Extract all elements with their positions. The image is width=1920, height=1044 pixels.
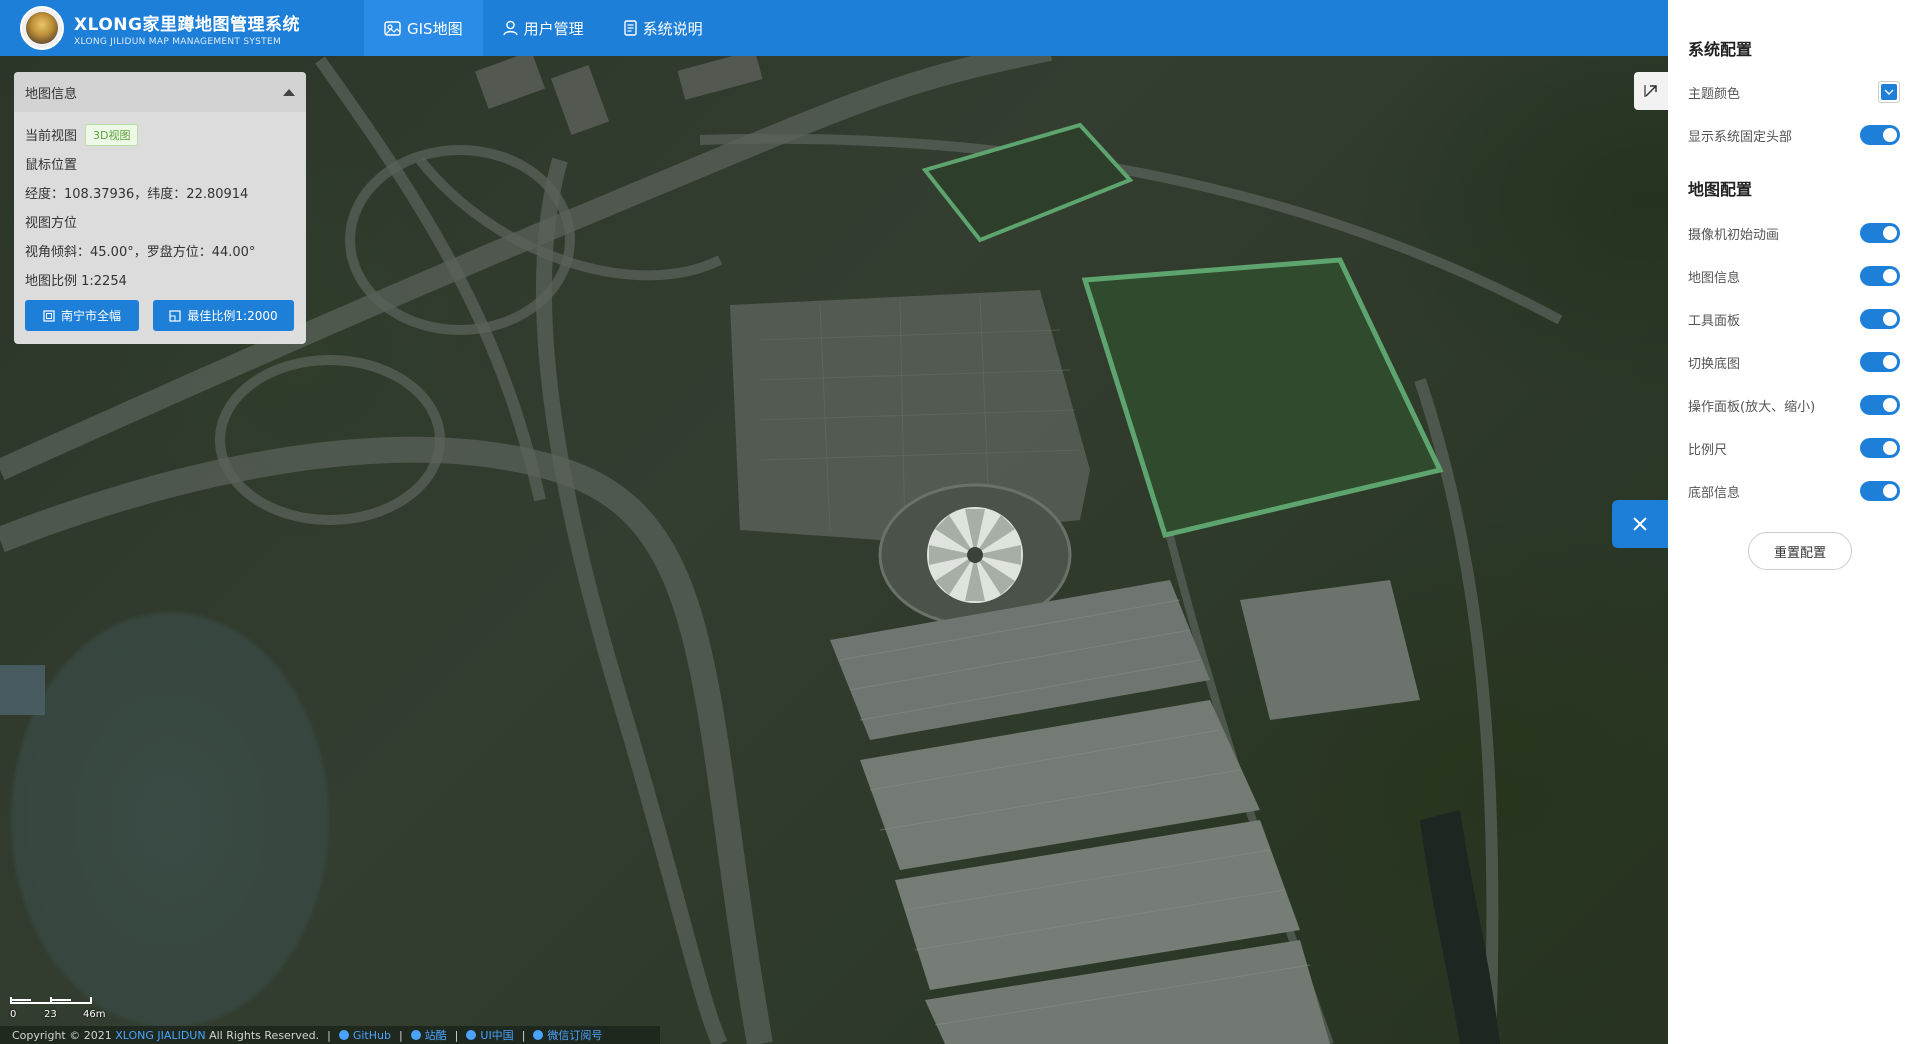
system-config-title: 系统配置 (1688, 40, 1753, 59)
config-row-scale-bar: 比例尺 (1688, 437, 1910, 459)
extent-icon (43, 309, 55, 322)
expand-arrow-icon (1644, 85, 1657, 97)
best-scale-button[interactable]: 最佳比例1:2000 (153, 300, 294, 331)
copyright-text: Copyright © 2021 (12, 1028, 112, 1042)
logo[interactable] (20, 6, 64, 50)
document-icon (623, 20, 637, 36)
config-label: 摄像机初始动画 (1688, 227, 1780, 243)
config-label: 工具面板 (1688, 313, 1741, 329)
theme-color-picker[interactable] (1878, 81, 1900, 103)
close-icon (1633, 517, 1647, 531)
app-header: XLONG家里蹲地图管理系统 XLONG JILIDUN MAP MANAGEM… (0, 0, 1920, 56)
view-orientation-label: 视图方位 (25, 216, 78, 231)
config-row-map-info: 地图信息 (1688, 265, 1910, 287)
wechat-icon (533, 1030, 544, 1040)
config-label: 切换底图 (1688, 356, 1741, 372)
scale-icon (169, 309, 181, 322)
nanning-full-extent-label: 南宁市全幅 (60, 309, 121, 323)
main-nav: GIS地图 用户管理 系统说明 (364, 0, 723, 56)
theme-color-label: 主题颜色 (1688, 86, 1741, 102)
scale-label-0: 0 (10, 1009, 17, 1020)
mouse-coords: 经度：108.37936，纬度：22.80914 (25, 187, 249, 202)
config-label: 比例尺 (1688, 442, 1728, 458)
close-config-button[interactable] (1612, 500, 1668, 548)
nav-system-docs[interactable]: 系统说明 (604, 0, 723, 56)
nav-system-docs-label: 系统说明 (642, 19, 703, 38)
config-row-zoom-panel: 操作面板(放大、缩小) (1688, 394, 1910, 416)
map-info-header[interactable]: 地图信息 (14, 72, 306, 112)
tool-panel-toggle[interactable] (1860, 309, 1900, 329)
footer-separator: | (398, 1028, 403, 1042)
config-row-footer-info: 底部信息 (1688, 480, 1910, 502)
map-info-panel: 地图信息 当前视图 3D视图 鼠标位置 经度：108.37936，纬度：22.8… (14, 72, 306, 344)
current-view-row: 当前视图 3D视图 (25, 120, 295, 149)
app-title: XLONG家里蹲地图管理系统 (74, 14, 300, 35)
footer-separator: | (327, 1028, 331, 1042)
chevron-down-icon (1884, 89, 1894, 95)
uicn-icon (466, 1030, 477, 1040)
nav-gis-map[interactable]: GIS地图 (364, 0, 483, 56)
rights-text: All Rights Reserved. (209, 1028, 320, 1042)
current-view-label: 当前视图 (25, 129, 78, 144)
mouse-position-label: 鼠标位置 (25, 158, 78, 173)
github-link[interactable]: GitHub (338, 1028, 391, 1042)
nav-user-management-label: 用户管理 (523, 19, 584, 38)
app-subtitle: XLONG JILIDUN MAP MANAGEMENT SYSTEM (74, 36, 282, 47)
view-mode-tag: 3D视图 (85, 123, 139, 146)
owner-link[interactable]: XLONG JIALIDUN (115, 1029, 205, 1042)
zcool-link-label: 站酷 (424, 1029, 447, 1042)
camera-animation-toggle[interactable] (1860, 223, 1900, 243)
map-info-title: 地图信息 (25, 86, 78, 102)
collapse-caret-icon[interactable] (283, 88, 295, 96)
uicn-link-label: UI中国 (480, 1029, 514, 1042)
fixed-header-row: 显示系统固定头部 (1688, 124, 1910, 146)
nav-gis-map-label: GIS地图 (407, 19, 463, 38)
uicn-link[interactable]: UI中国 (466, 1027, 514, 1043)
config-row-camera-animation: 摄像机初始动画 (1688, 222, 1910, 244)
config-row-basemap-switch: 切换底图 (1688, 351, 1910, 373)
view-orientation-value: 视角倾斜：45.00°，罗盘方位：44.00° (25, 245, 256, 260)
zcool-link[interactable]: 站酷 (410, 1027, 447, 1043)
theme-color-row: 主题颜色 (1688, 81, 1910, 103)
scale-label-1: 23 (44, 1009, 57, 1020)
map-config-title: 地图配置 (1688, 180, 1753, 199)
zoom-panel-toggle[interactable] (1860, 395, 1900, 415)
map-tool-toggle[interactable] (1634, 72, 1668, 110)
logo-emblem (26, 12, 58, 44)
map-icon (384, 20, 401, 36)
map-info-toggle[interactable] (1860, 266, 1900, 286)
scale-bar-toggle[interactable] (1860, 438, 1900, 458)
fixed-header-toggle[interactable] (1860, 125, 1900, 145)
footer-separator: | (521, 1028, 526, 1042)
wechat-link-label: 微信订阅号 (547, 1029, 603, 1042)
nav-user-management[interactable]: 用户管理 (483, 0, 604, 56)
config-label: 底部信息 (1688, 485, 1741, 501)
footer-bar: Copyright © 2021 XLONG JIALIDUN All Righ… (0, 1026, 660, 1044)
reset-config-button[interactable]: 重置配置 (1748, 532, 1852, 570)
scale-bar-graphic (10, 997, 92, 1004)
footer-separator: | (454, 1028, 459, 1042)
scale-labels: 0 23 46m (10, 1009, 130, 1021)
config-label: 地图信息 (1688, 270, 1741, 286)
scale-label-2: 46m (83, 1009, 106, 1020)
best-scale-label: 最佳比例1:2000 (187, 309, 278, 323)
config-row-tool-panel: 工具面板 (1688, 308, 1910, 330)
map-info-body: 当前视图 3D视图 鼠标位置 经度：108.37936，纬度：22.80914 … (14, 112, 306, 339)
wechat-link[interactable]: 微信订阅号 (533, 1027, 602, 1043)
scale-bar: 0 23 46m (10, 996, 130, 1021)
config-drawer: 系统配置 主题颜色 显示系统固定头部 地图配置 摄像机初始动画 地图信息 工具面… (1668, 0, 1920, 1044)
config-label: 操作面板(放大、缩小) (1688, 399, 1816, 415)
zcool-icon (410, 1030, 421, 1040)
footer-info-toggle[interactable] (1860, 481, 1900, 501)
map-info-actions: 南宁市全幅 最佳比例1:2000 (25, 300, 295, 331)
github-icon (338, 1029, 349, 1040)
brand: XLONG家里蹲地图管理系统 XLONG JILIDUN MAP MANAGEM… (74, 10, 364, 47)
github-link-label: GitHub (352, 1028, 391, 1042)
theme-color-swatch (1881, 84, 1897, 100)
fixed-header-label: 显示系统固定头部 (1688, 129, 1793, 145)
map-scale-text: 地图比例 1:2254 (25, 274, 127, 289)
user-icon (502, 20, 518, 36)
basemap-switch-toggle[interactable] (1860, 352, 1900, 372)
nanning-full-extent-button[interactable]: 南宁市全幅 (25, 300, 139, 331)
